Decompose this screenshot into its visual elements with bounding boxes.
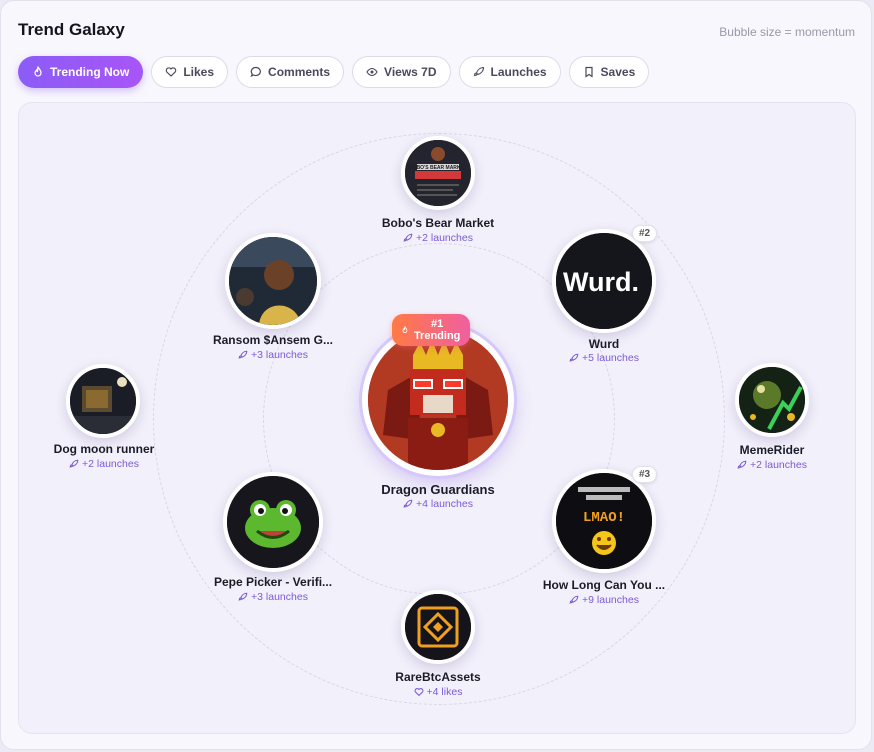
item-name: Bobo's Bear Market: [381, 216, 495, 230]
heart-icon: [166, 67, 177, 77]
item-stat: +5 launches: [519, 352, 689, 364]
tab-label: Likes: [183, 65, 215, 79]
bookmark-icon: [584, 66, 593, 78]
item-stat-text: +3 launches: [251, 591, 308, 603]
comment-icon: [250, 66, 261, 78]
item-stat: +3 launches: [188, 349, 358, 361]
eye-icon: [366, 67, 378, 77]
item-name: RareBtcAssets: [395, 670, 481, 684]
item-stat-text: +3 launches: [251, 349, 308, 361]
game-screen-icon: [70, 368, 136, 434]
rocket-icon: [238, 350, 248, 359]
rank-badge: #3: [632, 466, 658, 483]
tab-trending-now[interactable]: Trending Now: [18, 56, 144, 88]
item-name: How Long Can You ...: [542, 578, 666, 592]
trending-badge: #1 Trending: [392, 314, 471, 346]
tab-label: Launches: [490, 65, 547, 79]
wurd-avatar: Wurd.: [552, 229, 656, 333]
item-stat-text: +2 launches: [416, 232, 473, 244]
item-name: Dog moon runner: [53, 442, 155, 456]
tab-launches[interactable]: Launches: [458, 56, 561, 88]
bear-market-art-icon: BOBO'S BEAR MARKET: [405, 140, 471, 206]
item-name: MemeRider: [739, 443, 805, 457]
memerider-avatar: [735, 363, 809, 437]
item-stat: +4 launches: [353, 498, 523, 510]
bobos-bear-market-avatar: BOBO'S BEAR MARKET: [401, 136, 475, 210]
tab-comments[interactable]: Comments: [236, 56, 345, 88]
wurd-logo-text: Wurd.: [563, 267, 639, 297]
item-stat: +2 launches: [19, 458, 189, 470]
person-photo-icon: [229, 237, 317, 325]
dragon-art-icon: [368, 330, 508, 470]
metric-tabs: Trending Now Likes Comments Views 7D Lau…: [18, 56, 650, 88]
trend-galaxy-panel: Trend Galaxy Bubble size = momentum Tren…: [0, 0, 872, 750]
bear-market-art-text: BOBO'S BEAR MARKET: [409, 165, 467, 171]
rocket-icon: [403, 499, 413, 508]
item-stat: +2 launches: [353, 232, 523, 244]
item-stat-text: +4 launches: [416, 498, 473, 510]
tab-label: Saves: [600, 65, 636, 79]
frog-face-icon: [227, 476, 319, 568]
item-stat: +2 launches: [687, 459, 855, 471]
heart-icon: [414, 688, 423, 697]
item-name: Wurd: [588, 337, 620, 351]
item-stat-text: +9 launches: [582, 594, 639, 606]
flame-icon: [34, 66, 42, 77]
dragon-guardians-avatar: [362, 324, 514, 476]
item-stat-text: +2 launches: [82, 458, 139, 470]
rocket-icon: [238, 592, 248, 601]
rocket-icon: [473, 66, 484, 77]
ransom-ansem-avatar: [225, 233, 321, 329]
tab-likes[interactable]: Likes: [151, 56, 229, 88]
trending-badge-label: #1 Trending: [413, 318, 461, 342]
item-stat: +9 launches: [519, 594, 689, 606]
item-stat: +3 launches: [188, 591, 358, 603]
tab-label: Comments: [268, 65, 331, 79]
flame-icon: [402, 325, 408, 334]
rocket-icon: [69, 459, 79, 468]
rarebtcassets-avatar: [401, 590, 475, 664]
tab-views-7d[interactable]: Views 7D: [352, 56, 451, 88]
rocket-icon: [569, 595, 579, 604]
lmao-meme-icon: LMAO!: [556, 473, 652, 569]
item-stat-text: +4 likes: [426, 686, 463, 698]
tab-saves[interactable]: Saves: [568, 56, 650, 88]
frog-rider-art-icon: [739, 367, 805, 433]
diamond-logo-icon: [405, 594, 471, 660]
pepe-picker-avatar: [223, 472, 323, 572]
rank-badge: #2: [632, 225, 658, 242]
rocket-icon: [403, 233, 413, 242]
item-stat-text: +2 launches: [750, 459, 807, 471]
lmao-meme-text: LMAO!: [583, 510, 625, 526]
item-stat: +4 likes: [353, 686, 523, 698]
item-stat-text: +5 launches: [582, 352, 639, 364]
galaxy-stage: #1 Trending Dragon Guardians +4 launches…: [18, 102, 856, 734]
item-name: Ransom $Ansem G...: [212, 333, 334, 347]
panel-title: Trend Galaxy: [18, 20, 125, 39]
how-long-can-you-avatar: LMAO!: [552, 469, 656, 573]
wurd-logo-icon: Wurd.: [556, 233, 652, 329]
tab-label: Views 7D: [384, 65, 437, 79]
rocket-icon: [737, 460, 747, 469]
rocket-icon: [569, 353, 579, 362]
item-name: Dragon Guardians: [381, 482, 495, 497]
dog-moon-runner-avatar: [66, 364, 140, 438]
tab-label: Trending Now: [50, 65, 130, 79]
bubble-size-hint: Bubble size = momentum: [719, 25, 855, 39]
item-name: Pepe Picker - Verifi...: [213, 575, 333, 589]
